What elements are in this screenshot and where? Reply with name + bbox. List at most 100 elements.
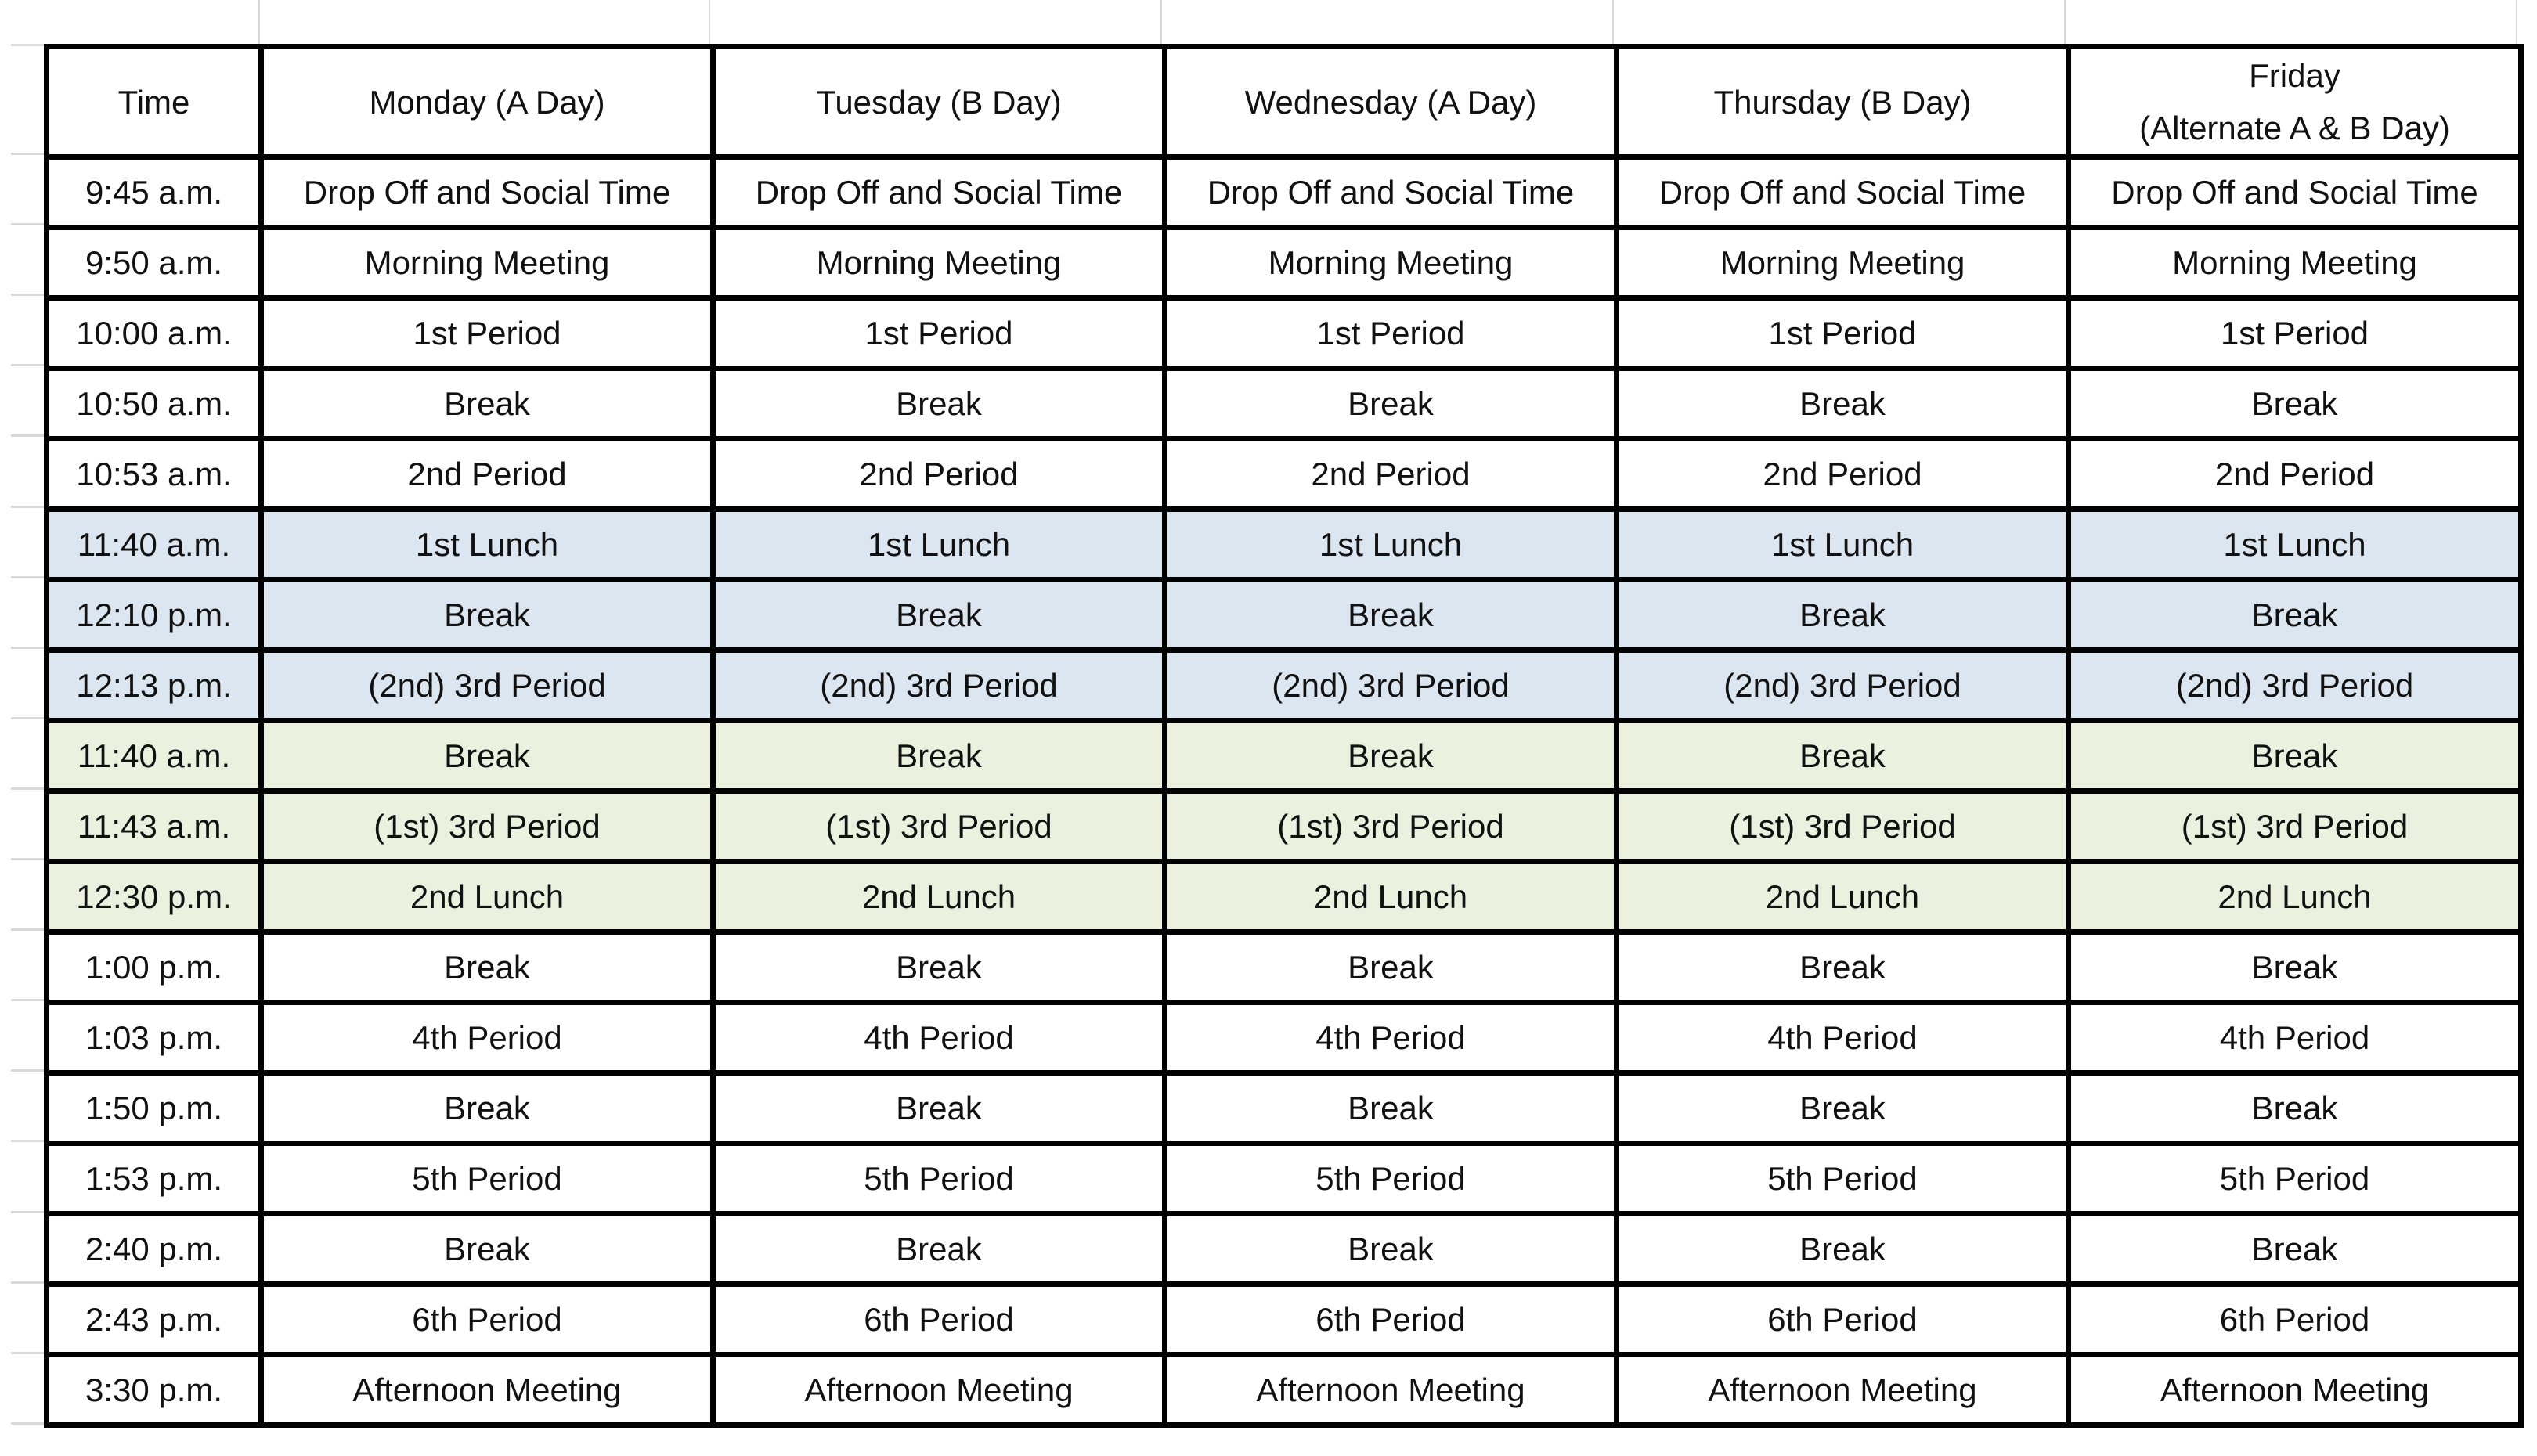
activity-cell: Break bbox=[710, 1211, 1167, 1288]
activity-cell: 6th Period bbox=[710, 1281, 1167, 1358]
schedule-row: 1:53 p.m. 5th Period 5th Period 5th Period 5… bbox=[44, 1141, 2524, 1217]
activity-cell: Break bbox=[258, 577, 716, 654]
time-cell: 2:43 p.m. bbox=[44, 1281, 264, 1358]
activity-cell: 5th Period bbox=[2066, 1141, 2524, 1217]
activity-cell: Break bbox=[2066, 1211, 2524, 1288]
time-cell: 10:50 a.m. bbox=[44, 366, 264, 442]
activity-cell: Break bbox=[1614, 718, 2071, 795]
time-cell: 11:40 a.m. bbox=[44, 506, 264, 583]
activity-cell: Afternoon Meeting bbox=[1614, 1352, 2071, 1429]
gridline bbox=[11, 716, 44, 719]
gridline bbox=[11, 858, 44, 860]
activity-cell: 4th Period bbox=[2066, 1000, 2524, 1076]
activity-cell: 1st Period bbox=[1162, 295, 1619, 372]
activity-cell: 2nd Period bbox=[710, 436, 1167, 513]
activity-cell: Break bbox=[1614, 1211, 2071, 1288]
activity-cell: Break bbox=[258, 366, 716, 442]
activity-cell: (2nd) 3rd Period bbox=[2066, 647, 2524, 724]
activity-cell: Break bbox=[1162, 1070, 1619, 1147]
time-cell: 1:53 p.m. bbox=[44, 1141, 264, 1217]
time-cell: 11:43 a.m. bbox=[44, 788, 264, 865]
schedule-row: 12:30 p.m. 2nd Lunch 2nd Lunch 2nd Lunch 2nd… bbox=[44, 859, 2524, 935]
schedule-row: 11:40 a.m. 1st Lunch 1st Lunch 1st Lunch 1st… bbox=[44, 506, 2524, 583]
schedule-row: 3:30 p.m. Afternoon Meeting Afternoon Meet… bbox=[44, 1352, 2524, 1429]
time-cell: 1:50 p.m. bbox=[44, 1070, 264, 1147]
activity-cell: Morning Meeting bbox=[2066, 225, 2524, 301]
gridline bbox=[11, 999, 44, 1002]
activity-cell: Break bbox=[1162, 929, 1619, 1006]
activity-cell: 6th Period bbox=[2066, 1281, 2524, 1358]
column-header-time: Time bbox=[44, 43, 264, 160]
activity-cell: Break bbox=[710, 366, 1167, 442]
gridline bbox=[1160, 0, 1162, 44]
activity-cell: 1st Lunch bbox=[710, 506, 1167, 583]
activity-cell: Break bbox=[1162, 718, 1619, 795]
activity-cell: (2nd) 3rd Period bbox=[1162, 647, 1619, 724]
gridline bbox=[11, 364, 44, 367]
activity-cell: 2nd Period bbox=[1614, 436, 2071, 513]
column-header-day: Thursday (B Day) bbox=[1614, 43, 2071, 160]
activity-cell: 1st Period bbox=[258, 295, 716, 372]
activity-cell: Break bbox=[710, 577, 1167, 654]
activity-cell: Break bbox=[2066, 929, 2524, 1006]
activity-cell: 5th Period bbox=[1162, 1141, 1619, 1217]
activity-cell: Break bbox=[258, 1211, 716, 1288]
gridline bbox=[1612, 0, 1614, 44]
activity-cell: 4th Period bbox=[1162, 1000, 1619, 1076]
activity-cell: 2nd Period bbox=[258, 436, 716, 513]
time-cell: 9:45 a.m. bbox=[44, 154, 264, 231]
activity-cell: Break bbox=[1162, 1211, 1619, 1288]
schedule-row: 11:40 a.m. Break Break Break Break Break bbox=[44, 718, 2524, 795]
activity-cell: Afternoon Meeting bbox=[258, 1352, 716, 1429]
activity-cell: (1st) 3rd Period bbox=[710, 788, 1167, 865]
time-cell: 12:30 p.m. bbox=[44, 859, 264, 935]
activity-cell: Break bbox=[1614, 1070, 2071, 1147]
gridline bbox=[11, 1069, 44, 1072]
schedule-row: 9:45 a.m. Drop Off and Social Time Drop Of… bbox=[44, 154, 2524, 231]
time-cell: 10:00 a.m. bbox=[44, 295, 264, 372]
activity-cell: 2nd Period bbox=[2066, 436, 2524, 513]
activity-cell: 1st Period bbox=[1614, 295, 2071, 372]
time-cell: 12:13 p.m. bbox=[44, 647, 264, 724]
column-header-day: Friday (Alternate A & B Day) bbox=[2066, 43, 2524, 160]
activity-cell: 1st Lunch bbox=[258, 506, 716, 583]
column-header-day: Tuesday (B Day) bbox=[710, 43, 1167, 160]
activity-cell: 6th Period bbox=[1162, 1281, 1619, 1358]
activity-cell: 1st Period bbox=[2066, 295, 2524, 372]
header-row: Time Monday (A Day) Tuesday (B Day) Wednesd… bbox=[44, 43, 2524, 160]
activity-cell: Drop Off and Social Time bbox=[1614, 154, 2071, 231]
activity-cell: Break bbox=[2066, 718, 2524, 795]
activity-cell: 4th Period bbox=[258, 1000, 716, 1076]
gridline bbox=[11, 1422, 44, 1425]
schedule-table: Time Monday (A Day) Tuesday (B Day) Wednesd… bbox=[44, 43, 2524, 1429]
column-header-day: Wednesday (A Day) bbox=[1162, 43, 1619, 160]
time-cell: 9:50 a.m. bbox=[44, 225, 264, 301]
activity-cell: Break bbox=[710, 929, 1167, 1006]
activity-cell: 2nd Lunch bbox=[1162, 859, 1619, 935]
activity-cell: 1st Lunch bbox=[1162, 506, 1619, 583]
schedule-row: 2:43 p.m. 6th Period 6th Period 6th Period 6… bbox=[44, 1281, 2524, 1358]
activity-cell: Break bbox=[1162, 577, 1619, 654]
activity-cell: (2nd) 3rd Period bbox=[258, 647, 716, 724]
activity-cell: 6th Period bbox=[1614, 1281, 2071, 1358]
activity-cell: 5th Period bbox=[710, 1141, 1167, 1217]
time-cell: 1:00 p.m. bbox=[44, 929, 264, 1006]
activity-cell: 4th Period bbox=[1614, 1000, 2071, 1076]
gridline bbox=[2064, 0, 2066, 44]
schedule-row: 10:00 a.m. 1st Period 1st Period 1st Period… bbox=[44, 295, 2524, 372]
time-cell: 11:40 a.m. bbox=[44, 718, 264, 795]
activity-cell: (2nd) 3rd Period bbox=[1614, 647, 2071, 724]
activity-cell: Afternoon Meeting bbox=[1162, 1352, 1619, 1429]
activity-cell: Break bbox=[258, 929, 716, 1006]
gridline bbox=[11, 575, 44, 578]
gridline bbox=[11, 1210, 44, 1213]
time-cell: 1:03 p.m. bbox=[44, 1000, 264, 1076]
activity-cell: (2nd) 3rd Period bbox=[710, 647, 1167, 724]
activity-cell: Break bbox=[2066, 577, 2524, 654]
activity-cell: Break bbox=[710, 718, 1167, 795]
activity-cell: Morning Meeting bbox=[710, 225, 1167, 301]
activity-cell: 2nd Period bbox=[1162, 436, 1619, 513]
gridline bbox=[11, 928, 44, 932]
gridline bbox=[11, 294, 44, 297]
gridline bbox=[11, 1140, 44, 1143]
